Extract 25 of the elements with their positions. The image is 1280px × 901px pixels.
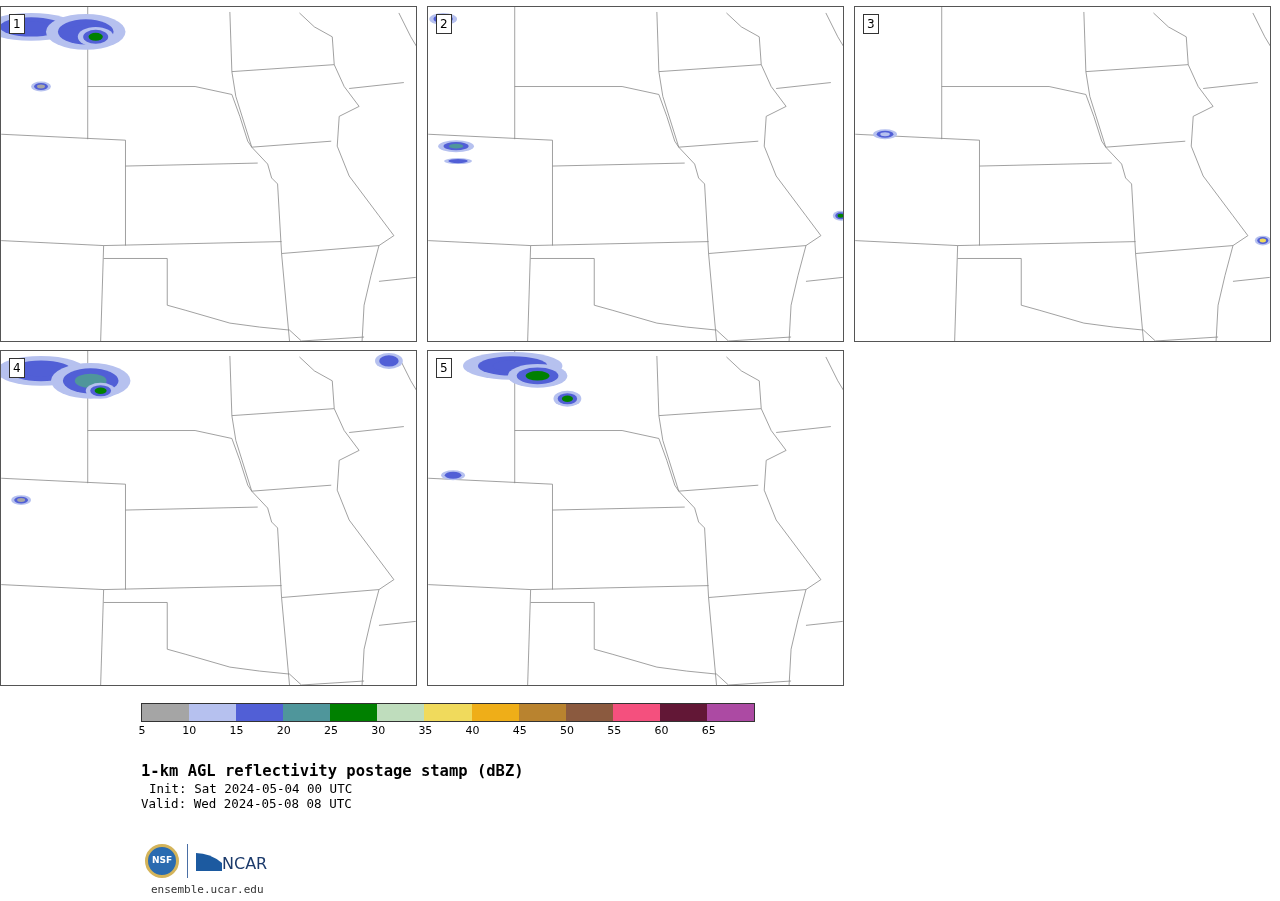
tick-label: 15 [229, 723, 244, 739]
panel-number: 3 [863, 14, 879, 34]
tick-label: 55 [607, 723, 622, 739]
website-url: ensemble.ucar.edu [151, 882, 265, 898]
panel-number: 4 [9, 358, 25, 378]
tick-label: 5 [138, 723, 146, 739]
tick-label: 50 [560, 723, 575, 739]
valid-time: Valid: Wed 2024-05-08 08 UTC [141, 796, 353, 811]
ncar-logo: NCAR [222, 853, 268, 875]
tick-label: 45 [512, 723, 527, 739]
tick-label: 40 [465, 723, 480, 739]
panel-number: 5 [436, 358, 452, 378]
tick-label: 60 [654, 723, 669, 739]
tick-label: 10 [182, 723, 197, 739]
chart-title: 1-km AGL reflectivity postage stamp (dBZ) [141, 762, 525, 781]
tick-label: 35 [418, 723, 433, 739]
panel-number: 2 [436, 14, 452, 34]
tick-label: 65 [701, 723, 716, 739]
ncar-mark-icon [196, 851, 222, 871]
nsf-logo: NSF [145, 844, 179, 878]
panel-number: 1 [9, 14, 25, 34]
init-time: Init: Sat 2024-05-04 00 UTC [148, 781, 354, 796]
tick-label: 30 [371, 723, 386, 739]
tick-label: 20 [276, 723, 291, 739]
tick-label: 25 [323, 723, 338, 739]
